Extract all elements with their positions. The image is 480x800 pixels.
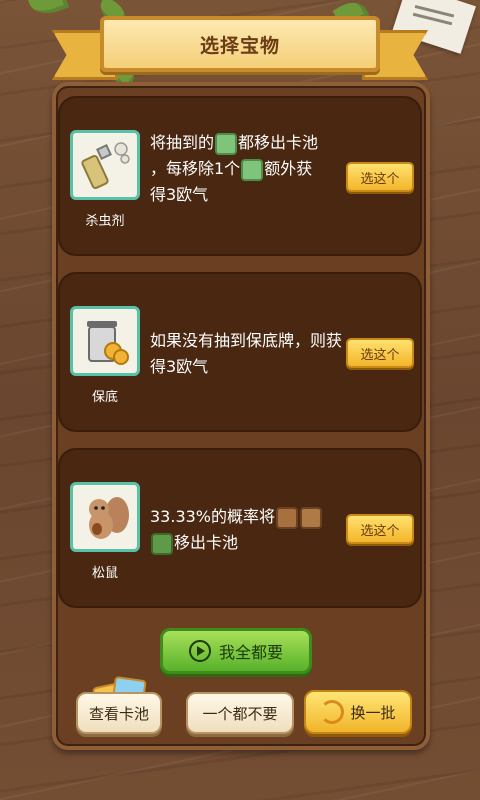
treasure-card-squirrel: 松鼠 33.33%的概率将 移出卡池 选这个	[58, 448, 422, 608]
treasure-name: 保底	[91, 390, 118, 405]
pinecone-card-icon	[276, 506, 299, 529]
pinecone-card-icon	[300, 506, 323, 529]
treasure-card-guarantee: 保底 如果没有抽到保底牌，则获得3欧气 选这个	[58, 272, 422, 432]
treasure-description: 将抽到的 都移出卡池 ，每移除1个 额外获 得3欧气	[150, 132, 319, 204]
treasure-name: 松鼠	[91, 566, 118, 581]
treasure-description: 如果没有抽到保底牌，则获得3欧气	[150, 331, 343, 376]
treasure-description: 33.33%的概率将 移出卡池	[150, 504, 346, 556]
trash-can-coins-icon	[70, 306, 140, 376]
title-banner: 选择宝物	[100, 16, 380, 72]
refresh-icon	[320, 700, 345, 724]
take-all-button[interactable]: 我全都要	[160, 628, 312, 674]
money-card-icon	[241, 158, 264, 181]
refresh-button[interactable]: 换一批	[304, 690, 412, 734]
play-video-icon	[188, 640, 211, 662]
treasure-name: 杀虫剂	[85, 214, 125, 229]
choose-button[interactable]: 选这个	[346, 162, 414, 192]
view-pool-button[interactable]: 查看卡池	[76, 692, 162, 734]
choose-button[interactable]: 选这个	[346, 514, 414, 544]
take-all-label: 我全都要	[218, 643, 283, 662]
choose-button[interactable]: 选这个	[346, 338, 414, 368]
refresh-label: 换一批	[350, 703, 396, 722]
view-pool-label: 查看卡池	[88, 704, 149, 723]
squirrel-icon	[70, 482, 140, 552]
treasure-card-insecticide: 杀虫剂 将抽到的 都移出卡池 ，每移除1个 额外获 得3欧气 选这个	[58, 96, 422, 256]
take-none-label: 一个都不要	[202, 704, 278, 723]
pine-tree-card-icon	[151, 532, 173, 555]
money-card-icon	[215, 132, 238, 155]
take-none-button[interactable]: 一个都不要	[186, 692, 294, 734]
page-title: 选择宝物	[199, 34, 280, 57]
spray-bottle-icon	[70, 130, 140, 200]
